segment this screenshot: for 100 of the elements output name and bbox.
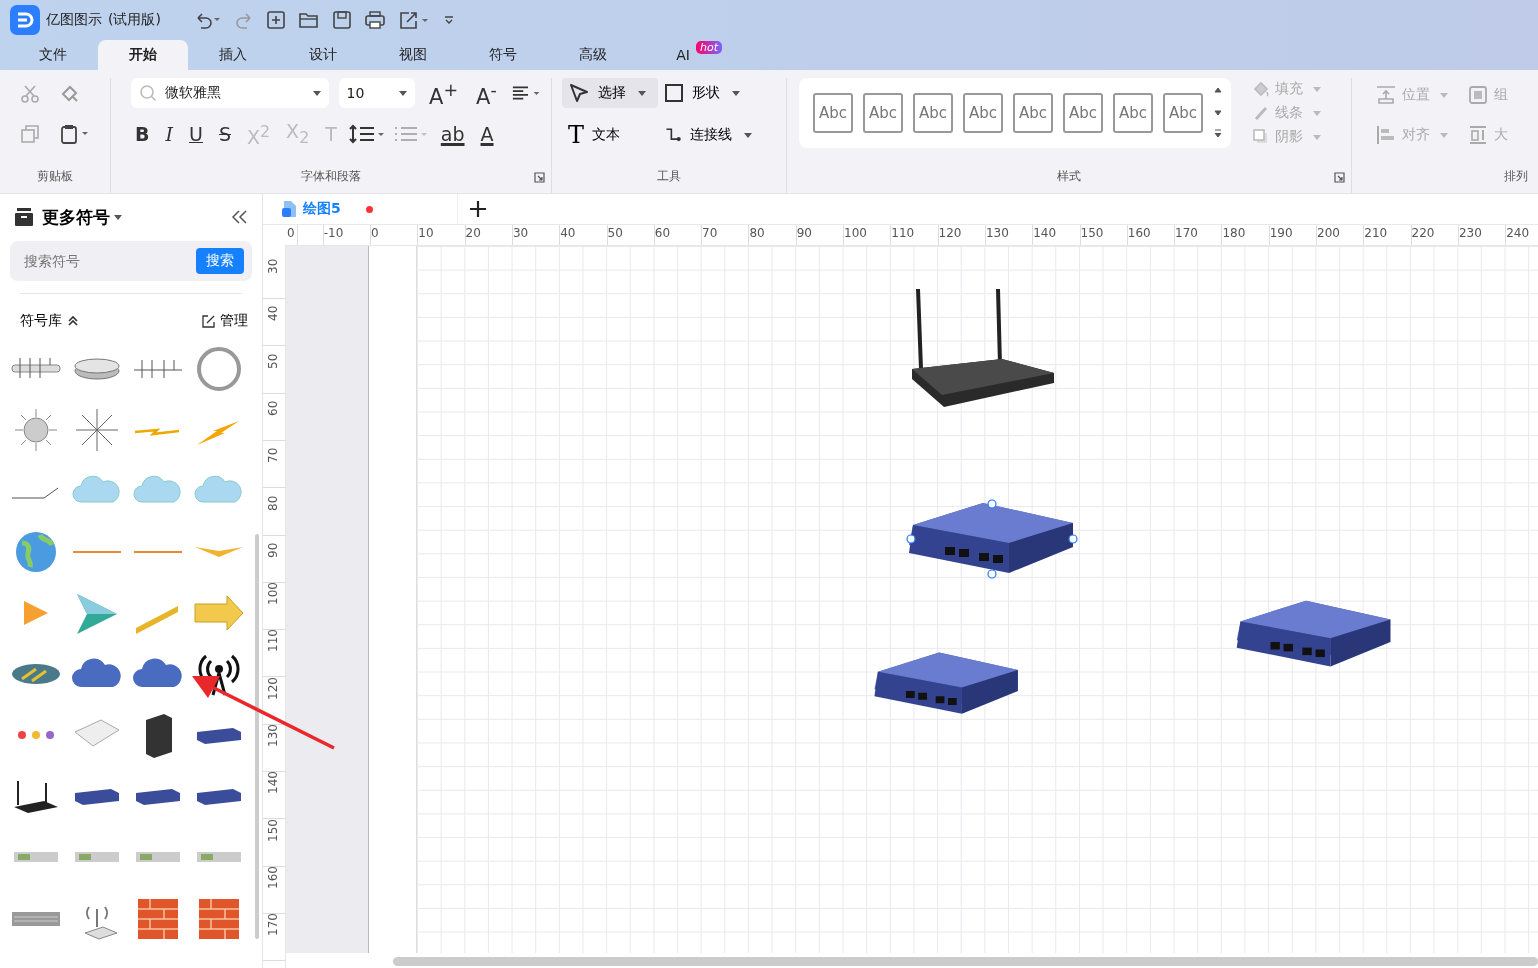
add-tab-icon[interactable] <box>468 199 488 219</box>
paint-bucket-icon <box>1253 81 1269 97</box>
shrink-font-button[interactable]: A$^{-}$ <box>472 78 501 108</box>
font-family-value: 微软雅黑 <box>165 84 222 102</box>
copy-icon[interactable] <box>20 124 40 144</box>
library-box-icon <box>14 208 34 226</box>
group-label: 字体和段落 <box>300 168 362 185</box>
menu-tab[interactable]: 视图 <box>368 40 458 70</box>
app-title: 亿图图示 <box>46 11 102 29</box>
ruler-label: 190 <box>1269 226 1293 240</box>
ruler-label: 180 <box>1222 226 1246 240</box>
ruler-label: 240 <box>1506 226 1530 240</box>
ruler-label: 40 <box>266 306 280 322</box>
ruler-label: 100 <box>266 582 280 606</box>
ruler-label: -10 <box>323 226 344 240</box>
drawing-canvas[interactable] <box>416 246 1538 953</box>
style-swatch[interactable]: Abc <box>1113 93 1153 133</box>
new-page-icon[interactable] <box>266 11 285 29</box>
style-swatch[interactable]: Abc <box>863 93 903 133</box>
scrollbar[interactable] <box>393 957 1538 966</box>
menu-tab[interactable]: 插入 <box>188 40 278 70</box>
strike-button[interactable]: S <box>214 123 235 146</box>
style-swatch[interactable]: Abc <box>813 93 853 133</box>
ruler-label: 70 <box>266 447 280 464</box>
group-icon <box>1468 85 1488 105</box>
undo-icon[interactable] <box>194 11 221 29</box>
symbol-library-toggle[interactable]: 符号库 <box>20 312 79 330</box>
ruler-label: 90 <box>796 226 812 240</box>
paste-icon[interactable] <box>60 124 90 144</box>
ruler-label: 160 <box>1127 226 1151 240</box>
folder-icon[interactable] <box>298 11 319 29</box>
connector-tool-button[interactable]: 连接线 <box>658 120 758 150</box>
symbol-search-field[interactable]: 搜索符号 搜索 <box>10 241 252 281</box>
caret-icon <box>114 214 122 220</box>
menu-tab[interactable]: AI hot <box>638 40 728 70</box>
underline-button[interactable]: U <box>185 123 207 146</box>
format-painter-icon[interactable] <box>60 84 80 104</box>
ruler-label: 170 <box>1175 226 1198 240</box>
save-icon[interactable] <box>332 11 351 29</box>
bold-button[interactable]: B <box>131 123 154 146</box>
style-swatch[interactable]: Abc <box>963 93 1003 133</box>
shape-tool-button[interactable]: 形状 <box>658 78 758 108</box>
line-spacing-icon[interactable] <box>348 124 385 145</box>
manage-button[interactable]: 管理 <box>202 312 248 330</box>
ruler-label: 10 <box>418 226 434 240</box>
menu-tab[interactable]: 符号 <box>458 40 548 70</box>
align-top-icon <box>1376 85 1396 105</box>
more-symbols-dropdown[interactable]: 更多符号 <box>42 205 122 229</box>
align-left-icon <box>1376 125 1396 145</box>
group-label: 排列 <box>1503 168 1528 185</box>
highlight-button[interactable]: ab <box>436 123 469 146</box>
ruler-label: 120 <box>938 226 962 240</box>
ruler-label: 0 <box>371 226 379 240</box>
italic-button[interactable]: I <box>161 123 177 146</box>
ruler-label: 110 <box>891 226 915 240</box>
collapse-icon[interactable] <box>230 209 248 225</box>
color-button[interactable]: A <box>476 123 498 146</box>
size-icon <box>1468 125 1488 145</box>
ruler-label: 60 <box>266 400 280 416</box>
ruler-label: 90 <box>266 542 280 558</box>
style-swatch[interactable]: Abc <box>913 93 953 133</box>
app-logo-icon <box>10 5 40 35</box>
align-icon[interactable] <box>510 84 541 102</box>
export-icon[interactable] <box>398 11 429 29</box>
menu-tab[interactable]: 高级 <box>548 40 638 70</box>
caret-icon <box>744 132 752 138</box>
printer-icon[interactable] <box>364 11 385 29</box>
ruler-label: 160 <box>266 866 280 889</box>
dialog-launcher-icon[interactable] <box>1334 172 1345 183</box>
caret-icon <box>1313 110 1321 116</box>
ruler-label: 30 <box>266 258 280 274</box>
ruler-label: 200 <box>1317 226 1340 240</box>
dialog-launcher-icon[interactable] <box>534 172 545 183</box>
style-swatch[interactable]: Abc <box>1013 93 1053 133</box>
square-icon <box>664 83 684 103</box>
edit-icon <box>202 314 215 328</box>
scissors-icon[interactable] <box>20 84 40 104</box>
menu-tab[interactable]: 设计 <box>278 40 368 70</box>
style-swatch[interactable]: Abc <box>1163 93 1203 133</box>
ruler-label: 220 <box>1411 226 1435 240</box>
text-tool-button[interactable]: T 文本 <box>562 120 658 150</box>
ruler-label: 100 <box>844 226 867 240</box>
style-swatch[interactable]: Abc <box>1063 93 1103 133</box>
shadow-icon <box>1253 129 1269 145</box>
caret-icon <box>399 90 407 96</box>
scrollbar[interactable] <box>255 534 259 939</box>
ruler-label: 130 <box>266 724 280 747</box>
more-caret-icon[interactable] <box>442 14 455 26</box>
ruler-label: 150 <box>1080 226 1104 240</box>
menu-tab[interactable]: 文件 <box>8 40 98 70</box>
menu-tab[interactable]: 开始 <box>98 40 188 70</box>
brush-icon <box>1253 105 1269 121</box>
search-button[interactable]: 搜索 <box>196 248 244 274</box>
font-family-dropdown[interactable]: 微软雅黑 <box>131 78 329 108</box>
font-size-dropdown[interactable]: 10 <box>338 78 415 108</box>
ruler-label: 120 <box>266 676 280 700</box>
caret-icon <box>1313 134 1321 140</box>
network-switch-drawing[interactable] <box>905 499 1080 579</box>
grow-font-button[interactable]: A$^{+}$ <box>425 78 463 108</box>
select-tool-button[interactable]: 选择 <box>562 78 658 108</box>
